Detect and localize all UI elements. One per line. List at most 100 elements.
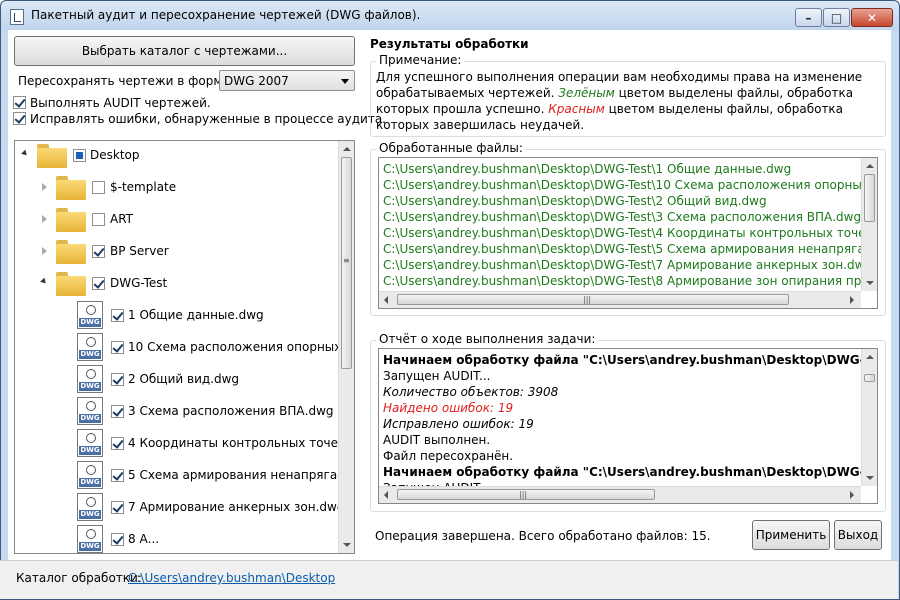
tree-folder-checkbox[interactable] — [92, 277, 105, 290]
format-value: DWG 2007 — [224, 74, 289, 88]
note-text: Для успешного выполнения операции вам не… — [376, 70, 863, 132]
minimize-icon: – — [805, 11, 812, 25]
tree-file-label: 8 А... — [128, 532, 160, 546]
chevron-down-icon — [341, 79, 349, 84]
report-vscroll-thumb[interactable] — [864, 374, 875, 382]
tree-folder-checkbox[interactable] — [92, 181, 105, 194]
list-item[interactable]: C:\Users\andrey.bushman\Desktop\DWG-Test… — [383, 177, 877, 193]
tree-file-label: 2 Общий вид.dwg — [128, 372, 240, 386]
tree-folder-checkbox[interactable] — [92, 245, 105, 258]
format-label: Пересохранять чертежи в формате: — [18, 74, 249, 88]
folder-icon — [37, 144, 67, 168]
tree-file-checkbox[interactable] — [111, 501, 124, 514]
scroll-left-icon[interactable] — [384, 296, 388, 304]
scroll-up-icon[interactable] — [866, 164, 874, 168]
fix-checkbox-label: Исправлять ошибки, обнаруженные в процес… — [30, 112, 386, 126]
list-item[interactable]: C:\Users\andrey.bushman\Desktop\DWG-Test… — [383, 209, 861, 225]
dwg-file-icon: DWG — [77, 493, 103, 521]
select-folder-button[interactable]: Выбрать каталог с чертежами... — [14, 36, 355, 66]
processed-title: Обработанные файлы: — [376, 141, 526, 155]
maximize-icon: □ — [830, 11, 843, 25]
results-heading: Результаты обработки — [370, 37, 529, 51]
exit-button[interactable]: Выход — [834, 520, 882, 550]
tree-file-checkbox[interactable] — [111, 309, 124, 322]
folder-icon — [56, 176, 86, 200]
scroll-up-icon[interactable] — [866, 355, 874, 359]
dwg-file-icon: DWG — [77, 301, 103, 329]
minimize-button[interactable]: – — [795, 8, 822, 27]
tree-file-checkbox[interactable] — [111, 405, 124, 418]
tree-file-checkbox[interactable] — [111, 533, 124, 546]
audit-checkbox-label: Выполнять AUDIT чертежей. — [30, 96, 211, 110]
folder-icon — [56, 208, 86, 232]
expand-arrow-icon[interactable] — [21, 149, 29, 158]
scroll-left-icon[interactable] — [384, 491, 388, 499]
tree-scrollbar[interactable]: ≡ — [338, 141, 354, 553]
tree-file-label: 1 Общие данные.dwg — [128, 308, 264, 322]
expand-arrow-icon[interactable] — [42, 247, 47, 255]
tree-folder-label: $-template — [110, 180, 177, 194]
processed-vscroll-thumb[interactable] — [864, 174, 875, 222]
tree-file-checkbox[interactable] — [111, 341, 124, 354]
list-item[interactable]: C:\Users\andrey.bushman\Desktop\DWG-Test… — [383, 257, 872, 273]
expand-arrow-icon[interactable] — [42, 215, 47, 223]
folder-path-link[interactable]: C:\Users\andrey.bushman\Desktop — [128, 571, 335, 585]
processed-files-list[interactable]: C:\Users\andrey.bushman\Desktop\DWG-Test… — [378, 157, 878, 309]
fix-checkbox[interactable] — [13, 112, 26, 125]
tree-root-label: Desktop — [90, 148, 140, 162]
report-log[interactable]: Начинаем обработку файла "C:\Users\andre… — [378, 348, 878, 504]
log-line: AUDIT выполнен. — [383, 433, 491, 447]
apply-button[interactable]: Применить — [752, 520, 830, 550]
report-vscroll[interactable] — [861, 349, 877, 486]
log-line: Файл пересохранён. — [383, 449, 514, 463]
scroll-down-icon[interactable] — [866, 476, 874, 480]
log-line: Начинаем обработку файла "C:\Users\andre… — [383, 465, 878, 479]
grip-icon: ≡ — [343, 256, 350, 265]
tree-file-checkbox[interactable] — [111, 437, 124, 450]
processed-hscroll-thumb[interactable] — [397, 294, 789, 305]
folder-tree[interactable]: Desktop $-template ART BP Server DWG-Tes… — [14, 140, 355, 554]
maximize-button[interactable]: □ — [823, 8, 850, 27]
tree-folder-label: ART — [110, 212, 134, 226]
dwg-file-icon: DWG — [77, 461, 103, 489]
list-item[interactable]: C:\Users\andrey.bushman\Desktop\DWG-Test… — [383, 161, 791, 177]
list-item[interactable]: C:\Users\andrey.bushman\Desktop\DWG-Test… — [383, 225, 877, 241]
tree-file-label: 3 Схема расположения ВПА.dwg — [128, 404, 334, 418]
expand-arrow-icon[interactable] — [42, 183, 47, 191]
log-line: Количество объектов: 3908 — [383, 385, 559, 399]
scroll-right-icon[interactable] — [850, 296, 854, 304]
window-title: Пакетный аудит и пересохранение чертежей… — [31, 8, 421, 22]
audit-checkbox[interactable] — [13, 96, 26, 109]
report-title: Отчёт о ходе выполнения задачи: — [376, 332, 599, 346]
scroll-right-icon[interactable] — [850, 491, 854, 499]
format-select[interactable]: DWG 2007 — [219, 70, 355, 91]
report-hscroll[interactable]: ||| — [379, 486, 861, 503]
collapse-arrow-icon[interactable] — [40, 277, 48, 286]
list-item[interactable]: C:\Users\andrey.bushman\Desktop\DWG-Test… — [383, 241, 877, 257]
log-line: Начинаем обработку файла "C:\Users\andre… — [383, 353, 877, 367]
scroll-down-icon[interactable] — [866, 281, 874, 285]
dwg-file-icon: DWG — [77, 397, 103, 425]
log-line: Запущен AUDIT... — [383, 369, 491, 383]
scroll-down-icon[interactable] — [343, 543, 351, 547]
list-item[interactable]: C:\Users\andrey.bushman\Desktop\DWG-Test… — [383, 193, 767, 209]
tree-folder-label: BP Server — [110, 244, 169, 258]
tree-root-checkbox[interactable] — [73, 149, 86, 162]
processed-hscroll[interactable]: ||| — [379, 291, 861, 308]
close-button[interactable]: ✕ — [851, 8, 893, 27]
title-bar[interactable]: Пакетный аудит и пересохранение чертежей… — [1, 1, 899, 31]
tree-file-checkbox[interactable] — [111, 469, 124, 482]
log-line-error: Найдено ошибок: 19 — [383, 401, 514, 415]
tree-folder-label: DWG-Test — [110, 276, 168, 290]
note-red-word: Красным — [548, 102, 605, 116]
dwg-file-icon: DWG — [77, 525, 103, 553]
status-bar: Каталог обработки: C:\Users\andrey.bushm… — [0, 560, 898, 599]
tree-folder-checkbox[interactable] — [92, 213, 105, 226]
tree-file-label: 5 Схема армирования ненапрягаемой — [128, 468, 355, 482]
list-item[interactable]: C:\Users\andrey.bushman\Desktop\DWG-Test… — [383, 273, 877, 289]
folder-icon — [56, 272, 86, 296]
folder-icon — [56, 240, 86, 264]
processed-vscroll[interactable] — [861, 158, 877, 291]
scroll-up-icon[interactable] — [343, 147, 351, 151]
tree-file-checkbox[interactable] — [111, 373, 124, 386]
